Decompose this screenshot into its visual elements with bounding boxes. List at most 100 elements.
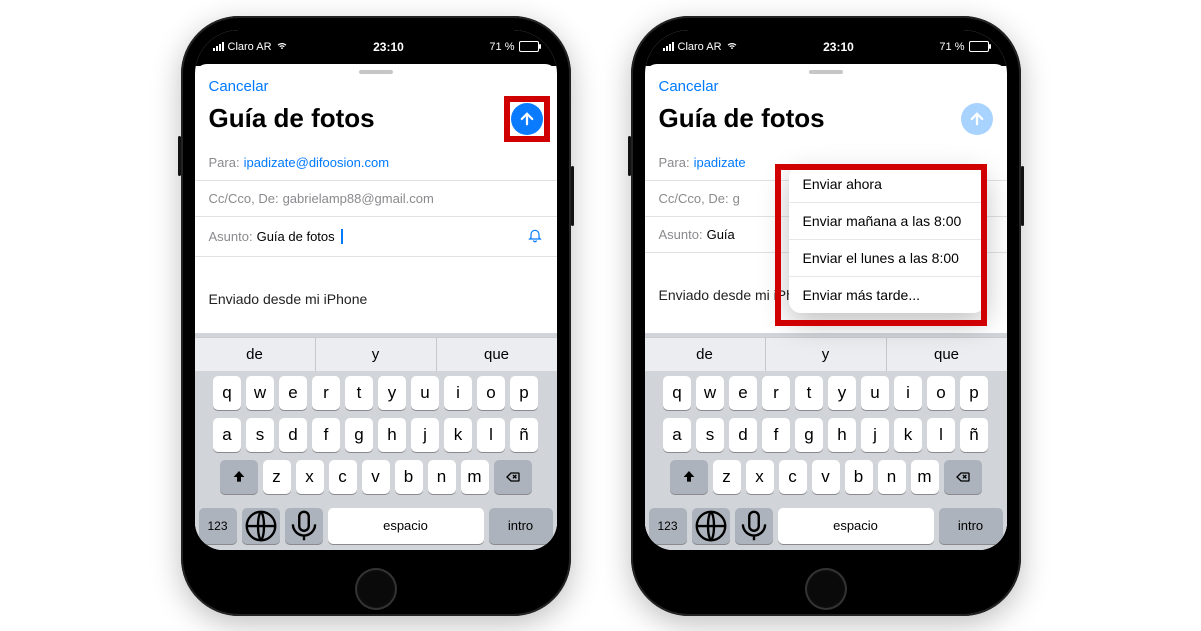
key-y[interactable]: y (378, 376, 406, 410)
key-q[interactable]: q (663, 376, 691, 410)
suggestion[interactable]: de (645, 338, 766, 371)
cancel-button[interactable]: Cancelar (659, 78, 719, 95)
key-f[interactable]: f (312, 418, 340, 452)
backspace-key[interactable] (494, 460, 532, 494)
numbers-key[interactable]: 123 (199, 508, 237, 544)
space-key[interactable]: espacio (778, 508, 934, 544)
key-g[interactable]: g (795, 418, 823, 452)
backspace-key[interactable] (944, 460, 982, 494)
key-l[interactable]: l (477, 418, 505, 452)
space-key[interactable]: espacio (328, 508, 484, 544)
return-key[interactable]: intro (489, 508, 553, 544)
screen: Claro AR 23:10 71 % Cancelar Guía de fot… (195, 30, 557, 550)
battery-text: 71 % (489, 41, 514, 53)
popup-item-send-monday[interactable]: Enviar el lunes a las 8:00 (789, 240, 985, 277)
key-i[interactable]: i (894, 376, 922, 410)
suggestion[interactable]: que (437, 338, 557, 371)
key-m[interactable]: m (911, 460, 939, 494)
key-s[interactable]: s (246, 418, 274, 452)
key-x[interactable]: x (746, 460, 774, 494)
shift-key[interactable] (670, 460, 708, 494)
key-q[interactable]: q (213, 376, 241, 410)
home-button[interactable] (805, 568, 847, 610)
numbers-key[interactable]: 123 (649, 508, 687, 544)
key-r[interactable]: r (762, 376, 790, 410)
key-g[interactable]: g (345, 418, 373, 452)
mic-key[interactable] (735, 508, 773, 544)
key-t[interactable]: t (795, 376, 823, 410)
suggestion[interactable]: y (316, 338, 437, 371)
return-key[interactable]: intro (939, 508, 1003, 544)
key-y[interactable]: y (828, 376, 856, 410)
mic-key[interactable] (285, 508, 323, 544)
globe-key[interactable] (692, 508, 730, 544)
key-u[interactable]: u (861, 376, 889, 410)
key-f[interactable]: f (762, 418, 790, 452)
key-c[interactable]: c (329, 460, 357, 494)
key-u[interactable]: u (411, 376, 439, 410)
subject-label: Asunto: (659, 227, 703, 242)
key-p[interactable]: p (960, 376, 988, 410)
send-button[interactable] (961, 103, 993, 135)
key-n[interactable]: n (878, 460, 906, 494)
key-v[interactable]: v (362, 460, 390, 494)
cc-field[interactable]: Cc/Cco, De: gabrielamp88@gmail.com (195, 181, 557, 217)
key-h[interactable]: h (378, 418, 406, 452)
key-k[interactable]: k (894, 418, 922, 452)
status-time: 23:10 (823, 40, 854, 54)
subject-field[interactable]: Asunto: Guía de fotos (195, 217, 557, 257)
key-d[interactable]: d (279, 418, 307, 452)
popup-item-send-later[interactable]: Enviar más tarde... (789, 277, 985, 313)
email-body[interactable]: Enviado desde mi iPhone (195, 257, 557, 333)
key-e[interactable]: e (729, 376, 757, 410)
popup-item-send-now[interactable]: Enviar ahora (789, 166, 985, 203)
key-b[interactable]: b (395, 460, 423, 494)
key-v[interactable]: v (812, 460, 840, 494)
key-h[interactable]: h (828, 418, 856, 452)
key-d[interactable]: d (729, 418, 757, 452)
key-ñ[interactable]: ñ (510, 418, 538, 452)
subject-label: Asunto: (209, 229, 253, 244)
bell-icon[interactable] (527, 227, 543, 246)
key-t[interactable]: t (345, 376, 373, 410)
shift-key[interactable] (220, 460, 258, 494)
sheet-grabber[interactable] (809, 70, 843, 74)
key-e[interactable]: e (279, 376, 307, 410)
sheet-grabber[interactable] (359, 70, 393, 74)
popup-item-send-tomorrow[interactable]: Enviar mañana a las 8:00 (789, 203, 985, 240)
status-bar: Claro AR 23:10 71 % (195, 30, 557, 60)
suggestion[interactable]: de (195, 338, 316, 371)
cancel-button[interactable]: Cancelar (209, 78, 269, 95)
key-l[interactable]: l (927, 418, 955, 452)
key-k[interactable]: k (444, 418, 472, 452)
key-x[interactable]: x (296, 460, 324, 494)
compose-sheet: Cancelar Guía de fotos Para: ipadizate@d… (195, 64, 557, 550)
key-w[interactable]: w (696, 376, 724, 410)
key-o[interactable]: o (927, 376, 955, 410)
key-j[interactable]: j (861, 418, 889, 452)
key-a[interactable]: a (213, 418, 241, 452)
key-z[interactable]: z (713, 460, 741, 494)
to-value: ipadizate (694, 155, 746, 170)
globe-key[interactable] (242, 508, 280, 544)
key-n[interactable]: n (428, 460, 456, 494)
suggestion[interactable]: que (887, 338, 1007, 371)
key-b[interactable]: b (845, 460, 873, 494)
key-j[interactable]: j (411, 418, 439, 452)
to-field[interactable]: Para: ipadizate@difoosion.com (195, 145, 557, 181)
to-value: ipadizate@difoosion.com (244, 155, 389, 170)
key-m[interactable]: m (461, 460, 489, 494)
key-o[interactable]: o (477, 376, 505, 410)
home-button[interactable] (355, 568, 397, 610)
key-i[interactable]: i (444, 376, 472, 410)
key-p[interactable]: p (510, 376, 538, 410)
key-w[interactable]: w (246, 376, 274, 410)
key-z[interactable]: z (263, 460, 291, 494)
key-c[interactable]: c (779, 460, 807, 494)
key-r[interactable]: r (312, 376, 340, 410)
key-ñ[interactable]: ñ (960, 418, 988, 452)
signature-text: Enviado desde mi iPhone (209, 291, 368, 307)
key-a[interactable]: a (663, 418, 691, 452)
key-s[interactable]: s (696, 418, 724, 452)
suggestion[interactable]: y (766, 338, 887, 371)
